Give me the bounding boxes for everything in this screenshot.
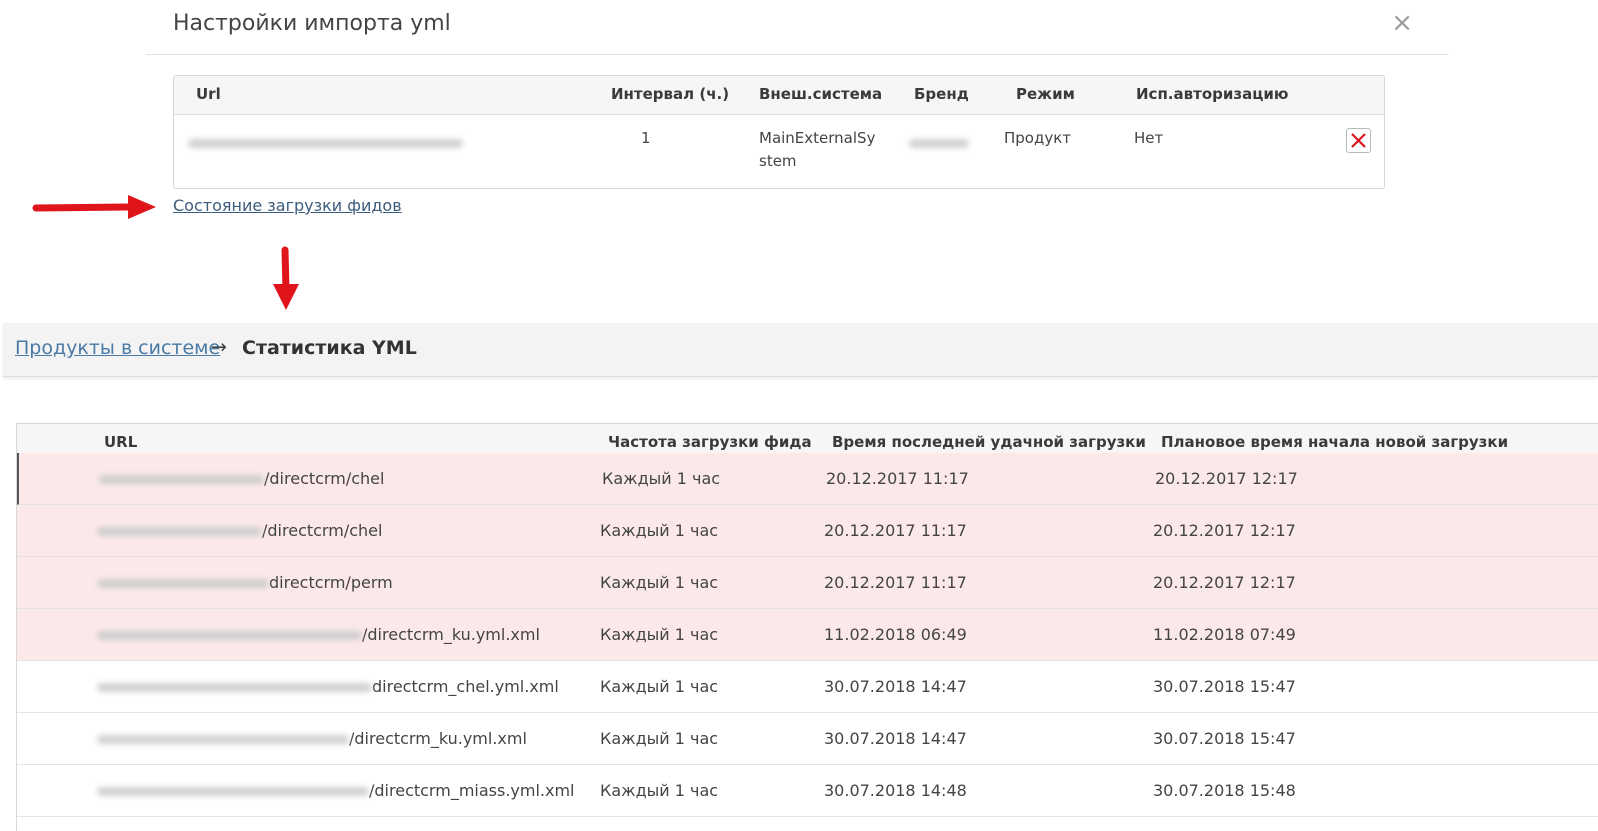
- last-success-cell: 30.07.2018 14:47: [824, 677, 967, 696]
- yml-stats-table: URL Частота загрузки фида Время последне…: [16, 423, 1598, 831]
- table-row: /directcrm_ku.yml.xml Каждый 1 час 11.02…: [17, 609, 1598, 661]
- modal-header: Настройки импорта yml ×: [146, 0, 1449, 55]
- col-mode: Режим: [1016, 85, 1075, 103]
- breadcrumb-products-link[interactable]: Продукты в системе: [15, 337, 220, 359]
- interval-value: 1: [641, 129, 651, 147]
- url-cell: directcrm/perm: [97, 573, 393, 592]
- mode-value: Продукт: [1004, 129, 1072, 147]
- url-cell: /directcrm_ku.yml.xml: [97, 729, 527, 748]
- url-redacted: [188, 134, 463, 152]
- table-row: /directcrm_miass.yml.xml Каждый 1 час 30…: [17, 765, 1598, 817]
- use-auth-value: Нет: [1134, 129, 1164, 147]
- url-cell: /directcrm/chel: [99, 469, 384, 488]
- col-brand: Бренд: [914, 85, 969, 103]
- url-suffix: /directcrm_ku.yml.xml: [349, 729, 527, 748]
- next-planned-cell: 30.07.2018 15:48: [1153, 781, 1296, 800]
- col-url: URL: [104, 433, 138, 451]
- next-planned-cell: 20.12.2017 12:17: [1155, 469, 1298, 488]
- breadcrumb-separator: →: [211, 336, 227, 358]
- delete-button[interactable]: [1346, 128, 1371, 153]
- url-suffix: /directcrm_ku.yml.xml: [362, 625, 540, 644]
- frequency-cell: Каждый 1 час: [600, 625, 719, 644]
- frequency-cell: Каждый 1 час: [600, 781, 719, 800]
- col-next-planned: Плановое время начала новой загрузки: [1161, 433, 1509, 451]
- import-settings-table: Url Интервал (ч.) Внеш.система Бренд Реж…: [173, 75, 1385, 189]
- last-success-cell: 20.12.2017 11:17: [826, 469, 969, 488]
- table-row: /directcrm_ku.yml.xml Каждый 1 час 30.07…: [17, 713, 1598, 765]
- brand-redacted: [909, 134, 969, 152]
- col-url: Url: [196, 85, 221, 103]
- frequency-cell: Каждый 1 час: [600, 573, 719, 592]
- table-row: directcrm/perm Каждый 1 час 20.12.2017 1…: [17, 557, 1598, 609]
- url-suffix: /directcrm/chel: [264, 469, 385, 488]
- next-planned-cell: 11.02.2018 07:49: [1153, 625, 1296, 644]
- feeds-status-link[interactable]: Состояние загрузки фидов: [173, 196, 402, 215]
- url-cell: /directcrm/chel: [97, 521, 382, 540]
- col-last-success: Время последней удачной загрузки: [832, 433, 1146, 451]
- page-title: Статистика YML: [242, 337, 417, 359]
- last-success-cell: 30.07.2018 14:48: [824, 781, 967, 800]
- last-success-cell: 20.12.2017 11:17: [824, 521, 967, 540]
- col-use-auth: Исп.авторизацию: [1136, 85, 1289, 103]
- external-system-line1: MainExternalSy: [759, 129, 876, 147]
- next-planned-cell: 20.12.2017 12:17: [1153, 573, 1296, 592]
- col-external-system: Внеш.система: [759, 85, 883, 103]
- url-suffix: directcrm/perm: [269, 573, 393, 592]
- url-cell: /directcrm_miass.yml.xml: [97, 781, 575, 800]
- frequency-cell: Каждый 1 час: [600, 677, 719, 696]
- external-system-line2: stem: [759, 152, 797, 170]
- last-success-cell: 11.02.2018 06:49: [824, 625, 967, 644]
- breadcrumb: Продукты в системе → Статистика YML: [3, 323, 1598, 377]
- col-frequency: Частота загрузки фида: [608, 433, 812, 451]
- url-cell: directcrm_chel.yml.xml: [97, 677, 559, 696]
- last-success-cell: 30.07.2018 14:47: [824, 729, 967, 748]
- next-planned-cell: 30.07.2018 15:47: [1153, 677, 1296, 696]
- last-success-cell: 20.12.2017 11:17: [824, 573, 967, 592]
- table-row: /directcrm/chel Каждый 1 час 20.12.2017 …: [17, 453, 1598, 505]
- delete-x-icon: [1351, 133, 1366, 148]
- table-row: directcrm_chel.yml.xml Каждый 1 час 30.0…: [17, 661, 1598, 713]
- url-cell: /directcrm_ku.yml.xml: [97, 625, 540, 644]
- url-suffix: directcrm_chel.yml.xml: [372, 677, 559, 696]
- table-row: /directcrm/chel Каждый 1 час 20.12.2017 …: [17, 505, 1598, 557]
- close-icon[interactable]: ×: [1391, 8, 1413, 38]
- url-suffix: /directcrm_miass.yml.xml: [369, 781, 575, 800]
- modal-title: Настройки импорта yml: [173, 11, 451, 36]
- red-arrow-right-icon: [32, 195, 156, 219]
- col-interval: Интервал (ч.): [611, 85, 730, 103]
- red-arrow-down-icon: [273, 246, 299, 310]
- import-table-header: Url Интервал (ч.) Внеш.система Бренд Реж…: [174, 76, 1384, 115]
- url-suffix: /directcrm/chel: [262, 521, 383, 540]
- next-planned-cell: 20.12.2017 12:17: [1153, 521, 1296, 540]
- frequency-cell: Каждый 1 час: [602, 469, 721, 488]
- frequency-cell: Каждый 1 час: [600, 729, 719, 748]
- frequency-cell: Каждый 1 час: [600, 521, 719, 540]
- next-planned-cell: 30.07.2018 15:47: [1153, 729, 1296, 748]
